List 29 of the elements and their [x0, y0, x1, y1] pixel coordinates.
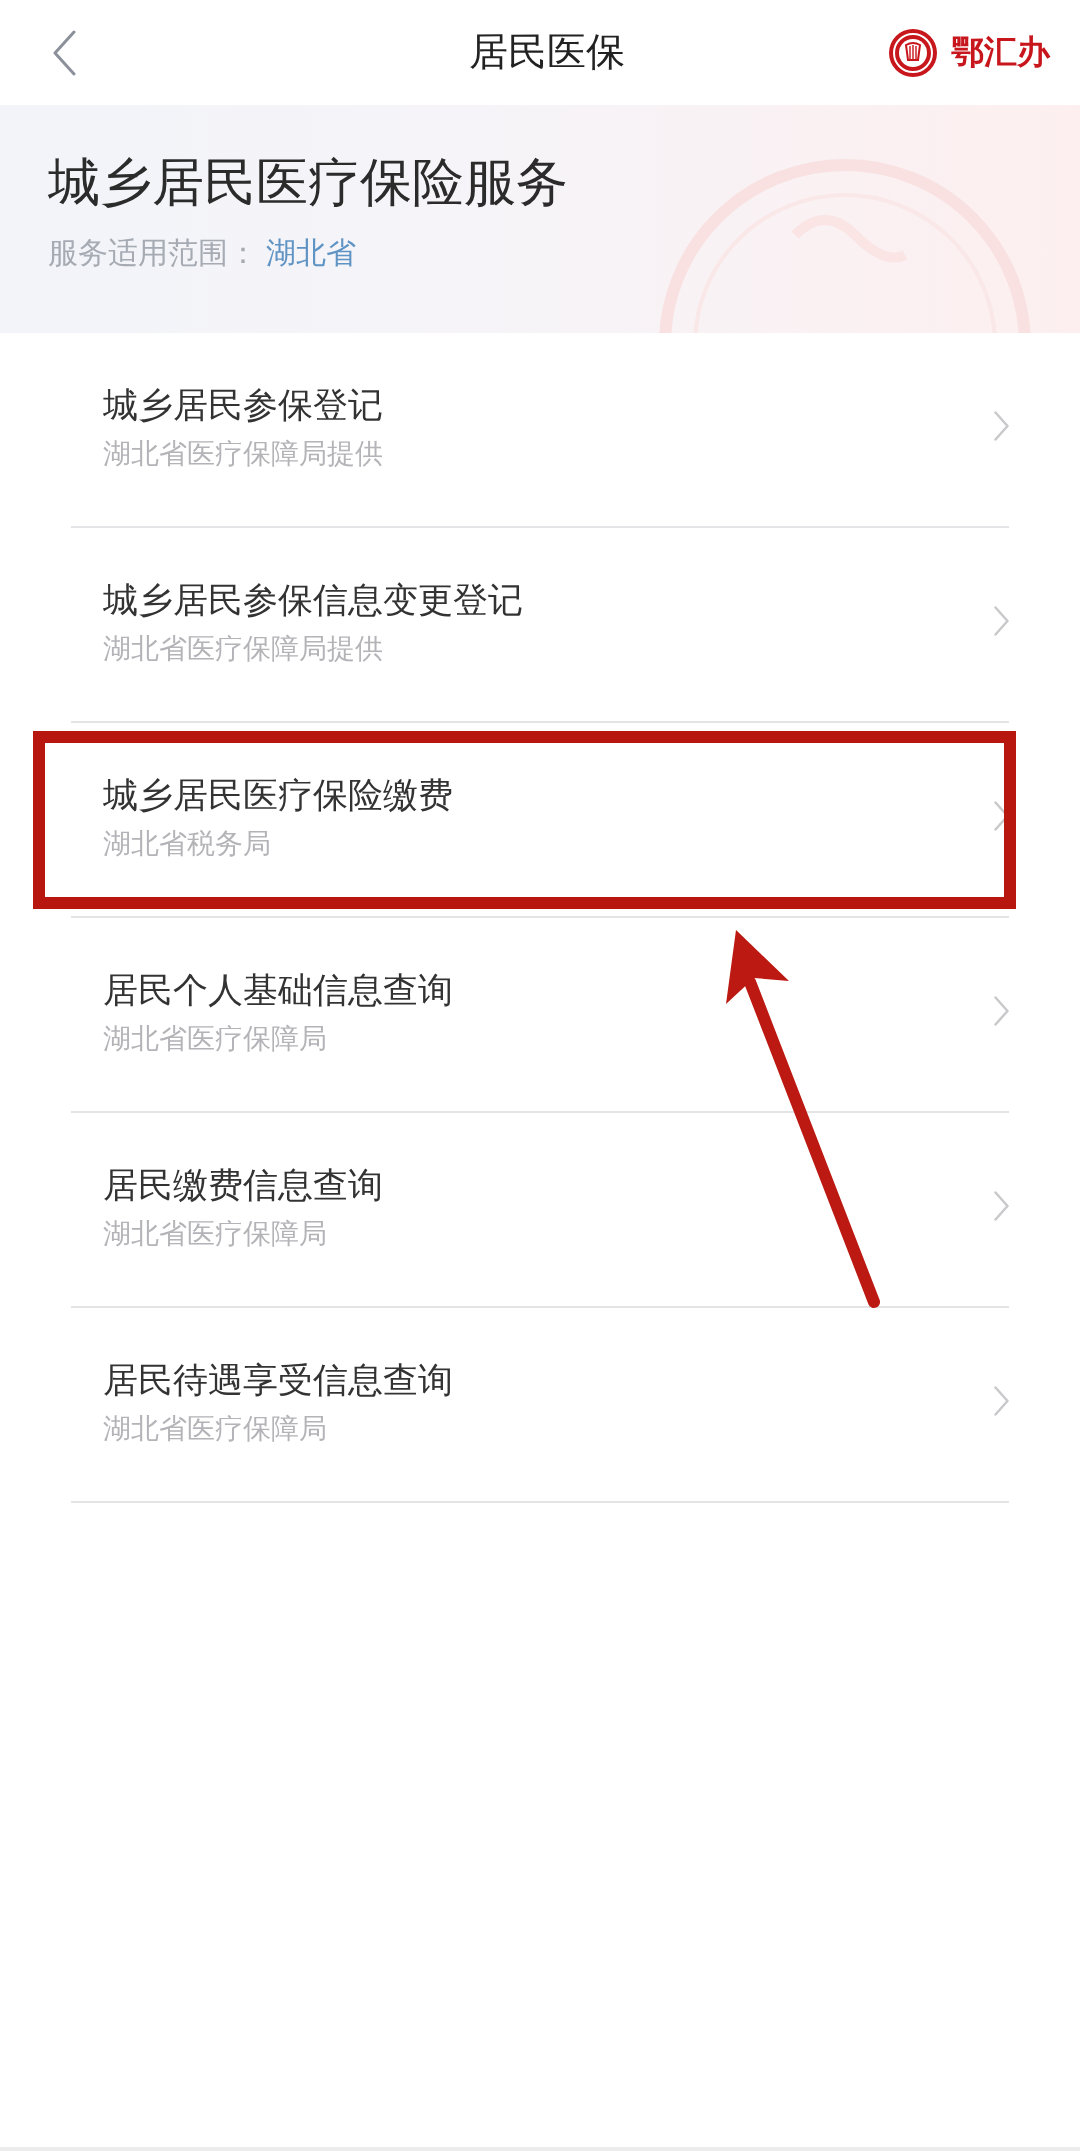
service-item[interactable]: 居民待遇享受信息查询 湖北省医疗保障局 — [71, 1308, 1009, 1503]
chevron-right-icon — [994, 1190, 1009, 1221]
chevron-right-icon — [994, 995, 1009, 1026]
back-icon — [52, 29, 76, 76]
service-provider: 湖北省医疗保障局 — [103, 1217, 328, 1251]
chevron-right-icon — [994, 410, 1009, 441]
scope-label: 服务适用范围： — [48, 235, 258, 271]
service-item[interactable]: 城乡居民参保登记 湖北省医疗保障局提供 — [71, 333, 1009, 528]
service-item[interactable]: 居民个人基础信息查询 湖北省医疗保障局 — [71, 918, 1009, 1113]
service-provider: 湖北省医疗保障局 — [103, 1412, 328, 1446]
service-name: 城乡居民医疗保险缴费 — [103, 774, 453, 816]
service-name: 城乡居民参保登记 — [103, 384, 383, 426]
service-name: 居民待遇享受信息查询 — [103, 1359, 453, 1401]
service-provider: 湖北省医疗保障局提供 — [103, 437, 383, 471]
nav-title: 居民医保 — [469, 31, 625, 74]
service-name: 居民个人基础信息查询 — [103, 969, 453, 1011]
service-name: 城乡居民参保信息变更登记 — [103, 579, 523, 621]
page-heading: 城乡居民医疗保险服务 — [48, 151, 569, 213]
service-item[interactable]: 城乡居民参保信息变更登记 湖北省医疗保障局提供 — [71, 528, 1009, 723]
logo-text: 鄂汇办 — [951, 34, 1050, 71]
service-name: 居民缴费信息查询 — [103, 1164, 383, 1206]
chevron-right-icon — [994, 605, 1009, 636]
logo-emblem-icon — [889, 28, 937, 77]
chevron-right-icon — [994, 1385, 1009, 1416]
service-item[interactable]: 城乡居民医疗保险缴费 湖北省税务局 — [71, 723, 1009, 918]
service-provider: 湖北省医疗保障局提供 — [103, 632, 384, 666]
service-item[interactable]: 居民缴费信息查询 湖北省医疗保障局 — [71, 1113, 1009, 1308]
service-provider: 湖北省医疗保障局 — [103, 1022, 328, 1056]
service-provider: 湖北省税务局 — [103, 827, 272, 861]
